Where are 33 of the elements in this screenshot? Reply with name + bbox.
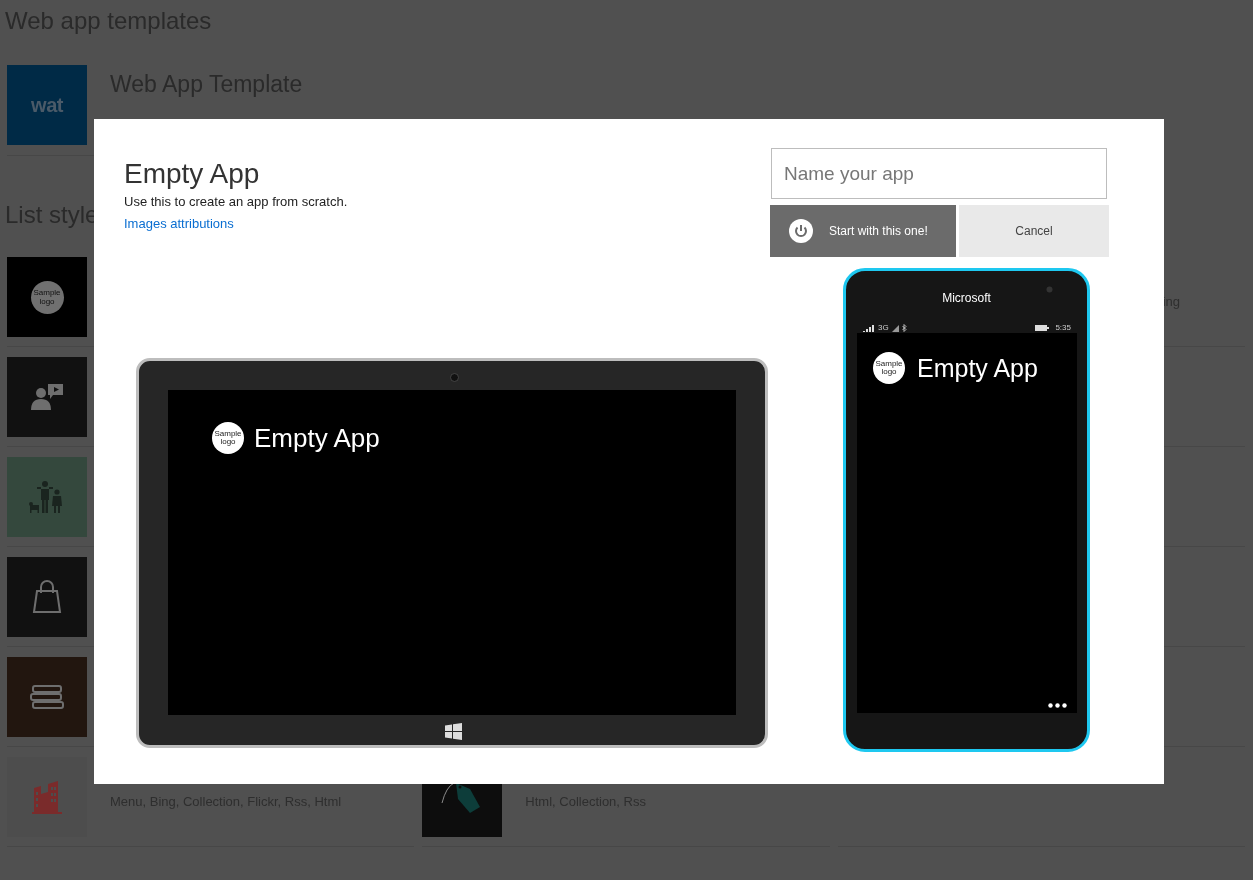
family-icon [29, 480, 65, 514]
tile-logo-text: wat [31, 93, 63, 118]
books-icon [30, 684, 64, 710]
phone-brand: Microsoft [941, 291, 992, 305]
dialog-title: Empty App [124, 157, 260, 191]
template-tile[interactable] [7, 557, 87, 637]
clock: 5:35 [1055, 322, 1071, 334]
app-name-field[interactable]: Name your app [771, 148, 1107, 199]
dialog-description: Use this to create an app from scratch. [124, 194, 348, 210]
windows-logo-icon [445, 723, 462, 740]
sample-logo: Sample logo [212, 422, 244, 454]
sample-logo: Sample logo [873, 352, 905, 384]
sample-logo: Sample logo [30, 280, 64, 314]
bluetooth-icon [901, 324, 907, 332]
template-tile[interactable] [7, 457, 87, 537]
start-button[interactable]: Start with this one! [770, 205, 956, 257]
more-icon [1048, 703, 1067, 708]
template-tile[interactable] [7, 357, 87, 437]
shopping-bag-icon [32, 580, 62, 614]
template-tile[interactable] [7, 657, 87, 737]
camera-icon [1046, 286, 1053, 293]
battery-icon [1035, 325, 1050, 331]
camera-icon [450, 373, 459, 382]
presenter-icon [30, 383, 64, 411]
attributions-link[interactable]: Images attributions [124, 216, 234, 232]
signal-icon [863, 324, 875, 332]
network-label: 3G [878, 322, 889, 334]
template-tile[interactable]: Sample logo [7, 257, 87, 337]
power-icon [789, 219, 813, 243]
cancel-button[interactable]: Cancel [959, 205, 1109, 257]
app-title: Empty App [254, 422, 380, 454]
building-icon [31, 780, 63, 814]
app-title: Empty App [917, 353, 1038, 383]
